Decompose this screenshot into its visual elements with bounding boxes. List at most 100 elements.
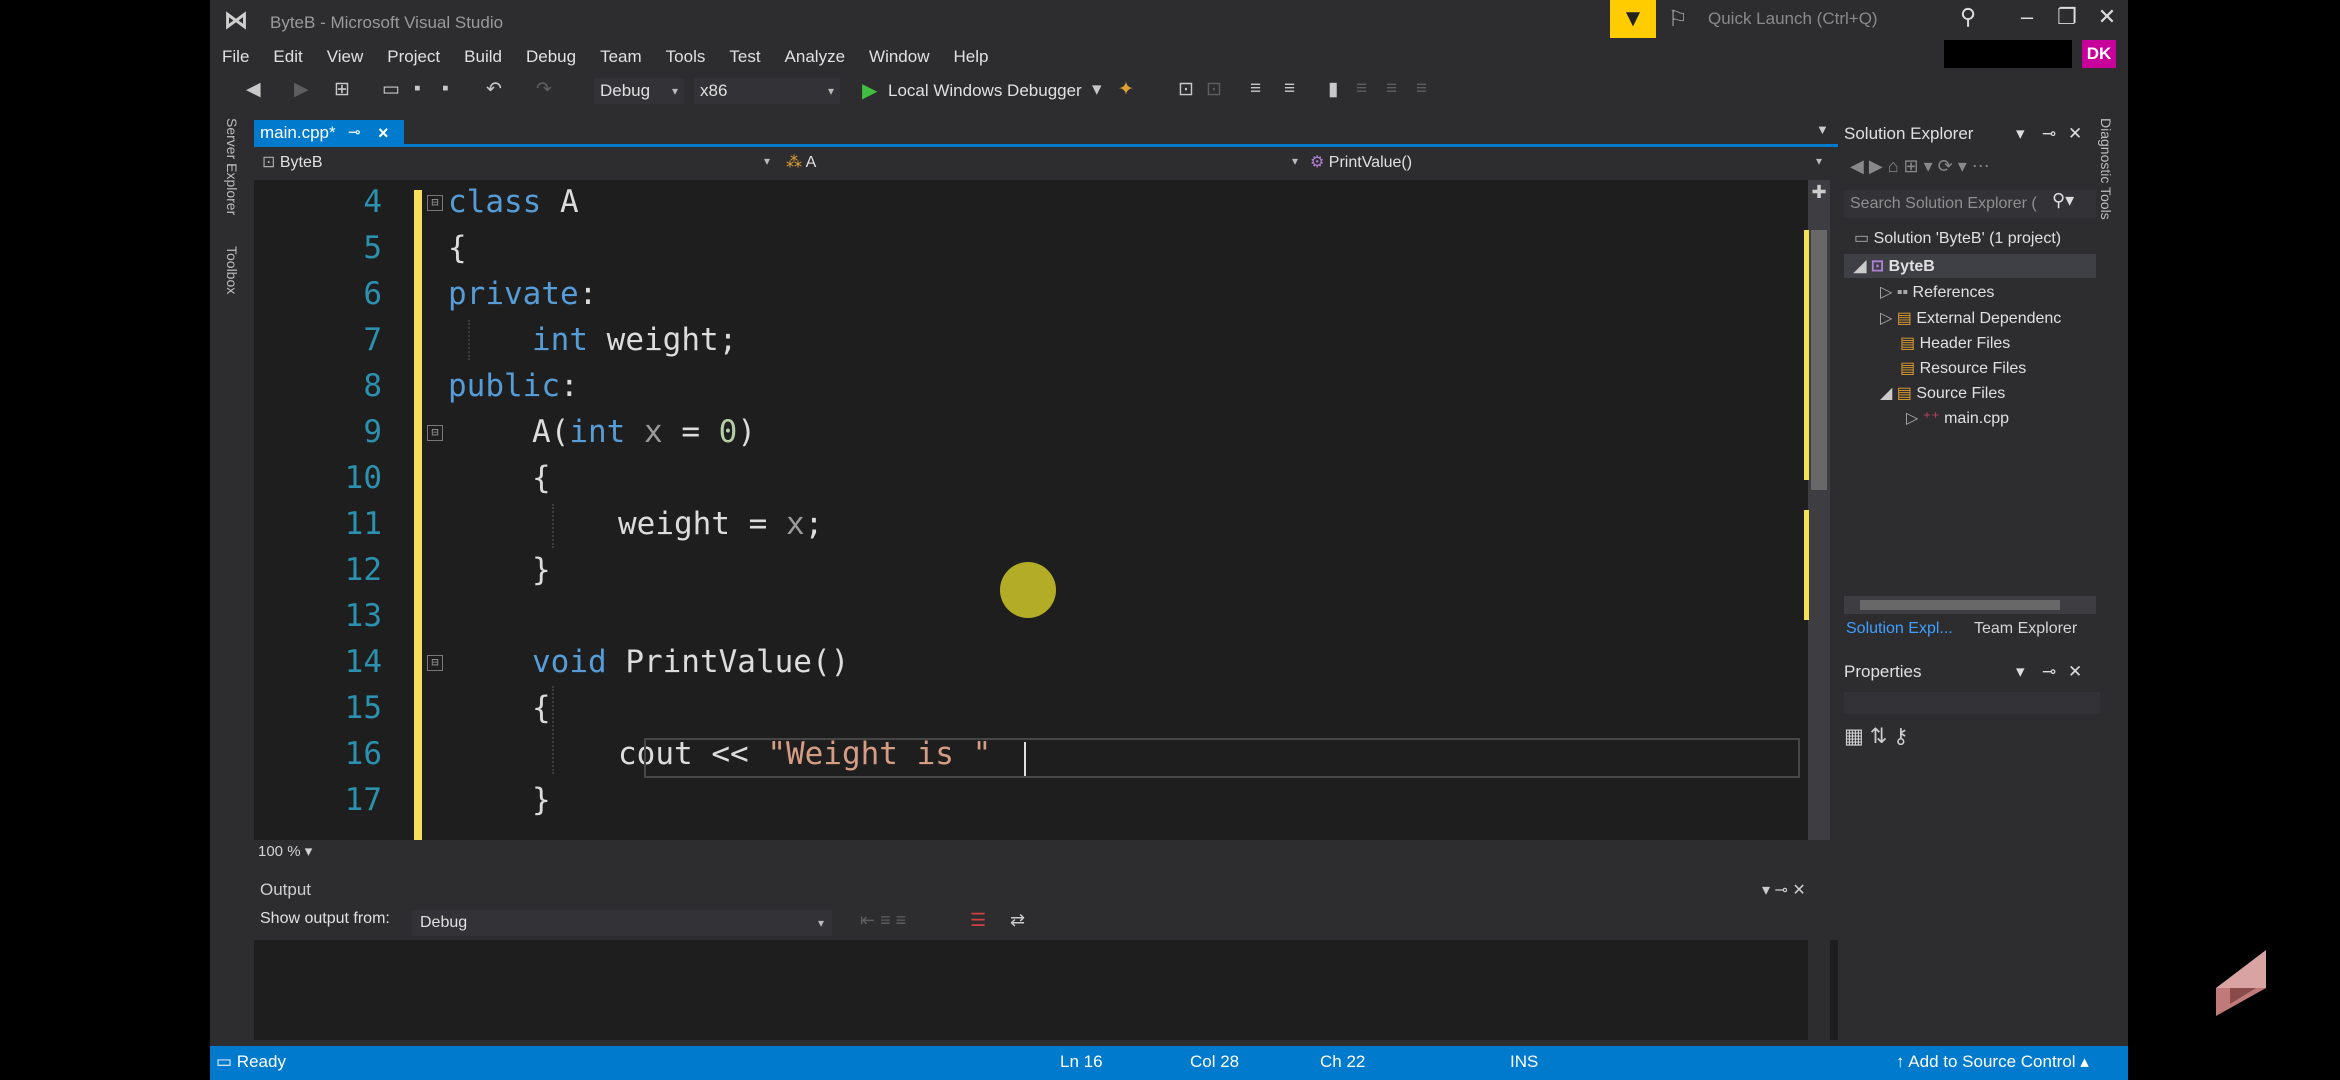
main-cpp-node[interactable]: ▷ ⁺⁺ main.cpp <box>1906 408 2009 428</box>
scrollbar-thumb[interactable] <box>1811 230 1827 490</box>
close-icon[interactable]: ✕ <box>2068 124 2082 144</box>
solution-label: Solution 'ByteB' (1 project) <box>1873 230 2062 247</box>
code-line-4: class A <box>448 184 579 220</box>
pin-icon[interactable]: ⊸ <box>2042 124 2056 144</box>
menu-test[interactable]: Test <box>717 44 772 70</box>
output-panel-controls[interactable]: ▾ ⊸ ✕ <box>1762 880 1806 900</box>
member-dropdown[interactable]: ⚙ PrintValue() <box>1310 152 1412 172</box>
number: 0 <box>718 414 738 450</box>
project-node[interactable]: ◢ ⊡ ByteB <box>1854 256 1935 276</box>
start-debugger-button[interactable]: Local Windows Debugger <box>888 78 1082 104</box>
output-text-area[interactable] <box>254 940 1838 1040</box>
back-icon[interactable]: ◀ <box>246 78 261 101</box>
solution-node[interactable]: ▭ Solution 'ByteB' (1 project) <box>1854 228 2061 248</box>
collapse-icon[interactable]: ⊟ <box>427 195 443 211</box>
platform-dropdown[interactable]: x86 ▾ <box>694 78 840 104</box>
save-icon[interactable]: ▪ <box>414 78 421 100</box>
menu-build[interactable]: Build <box>452 44 514 70</box>
output-toolbar-dim-icons[interactable]: ⇤ ≡ ≡ <box>860 910 906 931</box>
project-scope-dropdown[interactable]: ⊡ ByteB <box>262 152 323 172</box>
search-icon[interactable]: ⚲ <box>1960 4 1976 30</box>
class-scope-dropdown[interactable]: ⁂ A <box>786 152 816 172</box>
resource-files-node[interactable]: ▤ Resource Files <box>1900 358 2026 378</box>
collapse-icon[interactable]: ⊟ <box>427 425 443 441</box>
word-wrap-icon[interactable]: ⇄ <box>1010 910 1025 931</box>
split-editor-icon[interactable]: ✚ <box>1808 182 1830 203</box>
menu-tools[interactable]: Tools <box>654 44 718 70</box>
toolbox-tab[interactable]: Toolbox <box>224 246 240 294</box>
header-files-node[interactable]: ▤ Header Files <box>1900 333 2010 353</box>
menu-file[interactable]: File <box>210 44 261 70</box>
clear-bookmarks-icon[interactable]: ≡ <box>1416 78 1427 100</box>
chevron-down-icon[interactable]: ▾ <box>1292 154 1298 168</box>
diagnostic-tools-tab[interactable]: Diagnostic Tools <box>2098 118 2114 220</box>
filter-icon[interactable]: ▼ <box>1610 0 1656 38</box>
se-toolbar-icons[interactable]: ◀ ▶ ⌂ ⊞ ▾ ⟳ ▾ ⋯ <box>1850 156 1990 177</box>
undo-icon[interactable]: ↶ <box>486 78 502 101</box>
redo-icon[interactable]: ↷ <box>536 78 552 101</box>
visual-studio-logo-icon: ⋈ <box>224 7 248 34</box>
tab-main-cpp[interactable]: main.cpp* ⊸ × <box>254 120 404 146</box>
toolbar-icon-a[interactable]: ⊡ <box>1178 78 1194 101</box>
open-file-icon[interactable]: ▭ <box>382 78 400 101</box>
save-all-icon[interactable]: ▪ <box>442 78 449 100</box>
chevron-down-icon[interactable]: ▾ <box>1816 154 1822 168</box>
close-icon[interactable]: ✕ <box>2068 662 2082 682</box>
configuration-dropdown[interactable]: Debug ▾ <box>594 78 684 104</box>
menu-debug[interactable]: Debug <box>514 44 588 70</box>
restore-button[interactable]: ❐ <box>2052 4 2082 30</box>
menu-analyze[interactable]: Analyze <box>773 44 857 70</box>
start-debugging-icon[interactable]: ▶ <box>862 78 877 103</box>
forward-icon[interactable]: ▶ <box>294 78 309 101</box>
external-dependencies-node[interactable]: ▷ ▤ External Dependenc <box>1880 308 2061 328</box>
panel-menu-icon[interactable]: ▾ <box>2016 662 2025 682</box>
output-source-dropdown[interactable]: Debug ▾ <box>412 910 832 936</box>
close-button[interactable]: ✕ <box>2092 4 2122 30</box>
references-node[interactable]: ▷ ▪▪ References <box>1880 282 1994 302</box>
tab-overflow-icon[interactable]: ▼ <box>1816 122 1829 137</box>
chevron-down-icon[interactable]: ▾ <box>764 154 770 168</box>
quick-launch-input[interactable]: Quick Launch (Ctrl+Q) <box>1700 4 1980 34</box>
new-project-icon[interactable]: ⊞ <box>334 78 350 101</box>
toolbar-icon-b[interactable]: ⊡ <box>1206 78 1222 101</box>
code-editor[interactable]: 4 5 6 7 8 9 10 11 12 13 14 15 16 17 ⊟ ⊟ … <box>254 180 1818 840</box>
find-in-files-icon[interactable]: ✦ <box>1118 78 1134 101</box>
source-files-node[interactable]: ◢ ▤ Source Files <box>1880 383 2005 403</box>
tab-solution-explorer[interactable]: Solution Expl... <box>1846 620 1953 638</box>
alphabetical-icon[interactable]: ⇅ <box>1870 725 1888 748</box>
prev-bookmark-icon[interactable]: ≡ <box>1356 78 1367 100</box>
pin-icon[interactable]: ⊸ <box>2042 662 2056 682</box>
properties-object-dropdown[interactable] <box>1844 692 2100 714</box>
feedback-icon[interactable]: ⚐ <box>1668 6 1688 32</box>
pin-icon[interactable]: ⊸ <box>348 120 361 146</box>
uncomment-icon[interactable]: ≡ <box>1284 78 1295 100</box>
categorized-icon[interactable]: ▦ <box>1844 725 1864 748</box>
user-avatar[interactable]: DK <box>2082 40 2116 68</box>
clear-output-icon[interactable]: ☰ <box>970 910 986 931</box>
minimize-button[interactable]: – <box>2012 4 2042 30</box>
search-icon[interactable]: ⚲▾ <box>2052 190 2074 211</box>
add-to-source-control-button[interactable]: ↑ Add to Source Control ▴ <box>1896 1052 2089 1072</box>
close-tab-icon[interactable]: × <box>378 120 389 146</box>
zoom-level[interactable]: 100 % ▾ <box>258 842 312 860</box>
comment-icon[interactable]: ≡ <box>1250 78 1261 100</box>
menu-window[interactable]: Window <box>857 44 941 70</box>
bookmark-icon[interactable]: ▮ <box>1328 78 1338 101</box>
tab-team-explorer[interactable]: Team Explorer <box>1974 620 2077 638</box>
configuration-value: Debug <box>600 81 651 100</box>
menu-help[interactable]: Help <box>942 44 1001 70</box>
panel-menu-icon[interactable]: ▾ <box>2016 124 2025 144</box>
debug-arrow-icon[interactable]: ▾ <box>1092 78 1102 101</box>
menu-project[interactable]: Project <box>375 44 452 70</box>
menu-edit[interactable]: Edit <box>261 44 314 70</box>
next-bookmark-icon[interactable]: ≡ <box>1386 78 1397 100</box>
output-scrollbar[interactable] <box>1808 940 1830 1040</box>
menu-team[interactable]: Team <box>588 44 654 70</box>
collapse-icon[interactable]: ⊟ <box>427 655 443 671</box>
scrollbar-thumb[interactable] <box>1860 600 2060 610</box>
editor-horizontal-scrollbar[interactable] <box>254 842 1830 864</box>
server-explorer-tab[interactable]: Server Explorer <box>224 118 240 215</box>
property-pages-icon[interactable]: ⚷ <box>1893 725 1908 748</box>
status-bar: ▭ Ready Ln 16 Col 28 Ch 22 INS ↑ Add to … <box>210 1046 2128 1080</box>
menu-view[interactable]: View <box>315 44 376 70</box>
